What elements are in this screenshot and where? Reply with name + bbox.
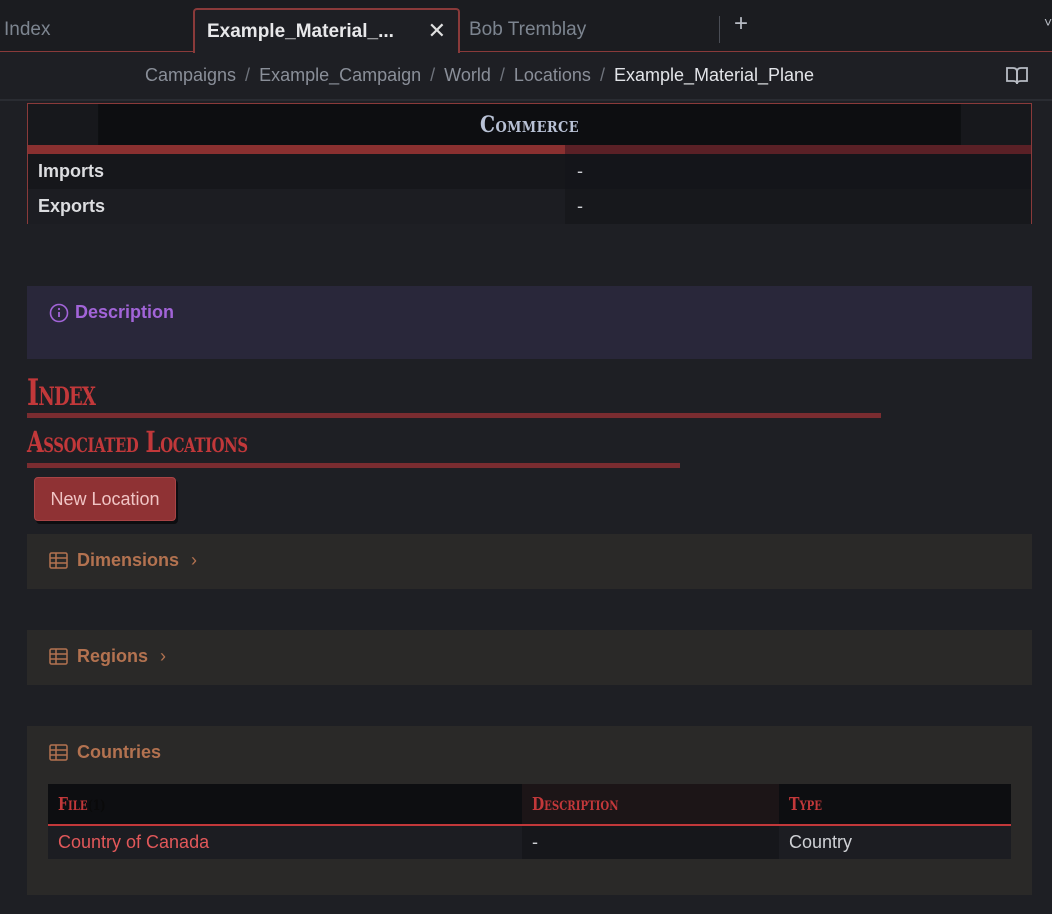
tab-bob-tremblay[interactable]: Bob Tremblay — [469, 8, 709, 52]
breadcrumb-item[interactable]: Campaigns — [145, 65, 236, 86]
column-header-description[interactable]: Description — [522, 784, 779, 826]
section-header[interactable]: Regions › — [49, 646, 166, 667]
dimensions-section[interactable]: Dimensions › — [27, 534, 1032, 589]
breadcrumb: Campaigns / Example_Campaign / World / L… — [145, 65, 814, 86]
table-row: Country of Canada - Country — [48, 825, 1011, 859]
cell-description: - — [522, 825, 779, 859]
section-title: Regions — [77, 646, 149, 666]
cell-type: Country — [779, 825, 1011, 859]
table-icon — [49, 551, 68, 569]
description-callout[interactable]: Description — [27, 286, 1032, 359]
row-key: Imports — [38, 161, 105, 181]
tab-index[interactable]: Index — [4, 8, 192, 52]
header-label: Description — [532, 793, 619, 815]
file-count: (1) — [87, 797, 106, 814]
chevron-right-icon: › — [191, 550, 198, 570]
heading-index: Index — [27, 372, 96, 414]
table-row: Exports - — [28, 189, 1031, 224]
breadcrumb-separator: / — [599, 65, 605, 85]
header-label: Type — [789, 793, 823, 815]
row-value: - — [565, 189, 1031, 224]
section-title: Countries — [77, 742, 162, 762]
table-icon — [49, 647, 68, 665]
book-open-icon[interactable] — [1006, 66, 1028, 86]
chevron-right-icon: › — [160, 646, 167, 666]
breadcrumb-separator: / — [245, 65, 251, 85]
country-link[interactable]: Country of Canada — [48, 825, 522, 859]
chevron-down-icon[interactable]: ˅ — [1044, 14, 1052, 30]
row-key: Exports — [38, 196, 106, 216]
commerce-divider — [28, 145, 1031, 154]
heading-associated-locations: Associated Locations — [27, 425, 248, 459]
section-title: Dimensions — [77, 550, 180, 570]
table-icon — [49, 743, 68, 761]
regions-section[interactable]: Regions › — [27, 630, 1032, 685]
section-header[interactable]: Dimensions › — [49, 550, 197, 571]
heading-rule — [27, 413, 881, 418]
countries-table: File(1) Description Type Country of Cana… — [48, 784, 1011, 859]
table-row: Imports - — [28, 154, 1031, 189]
breadcrumb-separator: / — [499, 65, 505, 85]
commerce-title: Commerce — [98, 104, 961, 145]
new-location-button[interactable]: New Location — [34, 477, 176, 521]
row-value: - — [565, 154, 1031, 189]
tab-bar: Index Example_Material_... ✕ Bob Trembla… — [0, 0, 1052, 53]
section-header[interactable]: Countries — [49, 742, 161, 763]
tab-label: Example_Material_... — [207, 20, 394, 42]
countries-section[interactable]: Countries File(1) Description Type Count… — [27, 726, 1032, 895]
breadcrumb-item[interactable]: Locations — [514, 65, 591, 86]
plus-icon[interactable]: + — [734, 10, 748, 38]
tab-example-material-plane[interactable]: Example_Material_... ✕ — [193, 8, 460, 53]
header-label: File(1) — [58, 793, 106, 815]
breadcrumb-current[interactable]: Example_Material_Plane — [614, 65, 814, 86]
header-bar: Campaigns / Example_Campaign / World / L… — [0, 53, 1052, 101]
column-header-type[interactable]: Type — [779, 784, 1011, 826]
tab-divider — [719, 16, 720, 43]
callout-title: Description — [49, 302, 174, 323]
close-icon[interactable]: ✕ — [428, 18, 446, 44]
info-icon — [49, 303, 69, 322]
tab-label: Bob Tremblay — [469, 19, 587, 40]
commerce-table: Commerce Imports - Exports - — [27, 103, 1032, 224]
heading-rule — [27, 463, 680, 468]
breadcrumb-separator: / — [430, 65, 436, 85]
callout-label: Description — [75, 302, 175, 322]
tab-label: Index — [4, 19, 51, 40]
breadcrumb-item[interactable]: Example_Campaign — [259, 65, 421, 86]
column-header-file[interactable]: File(1) — [48, 784, 522, 826]
table-header-row: File(1) Description Type — [48, 784, 1011, 826]
breadcrumb-item[interactable]: World — [444, 65, 491, 86]
